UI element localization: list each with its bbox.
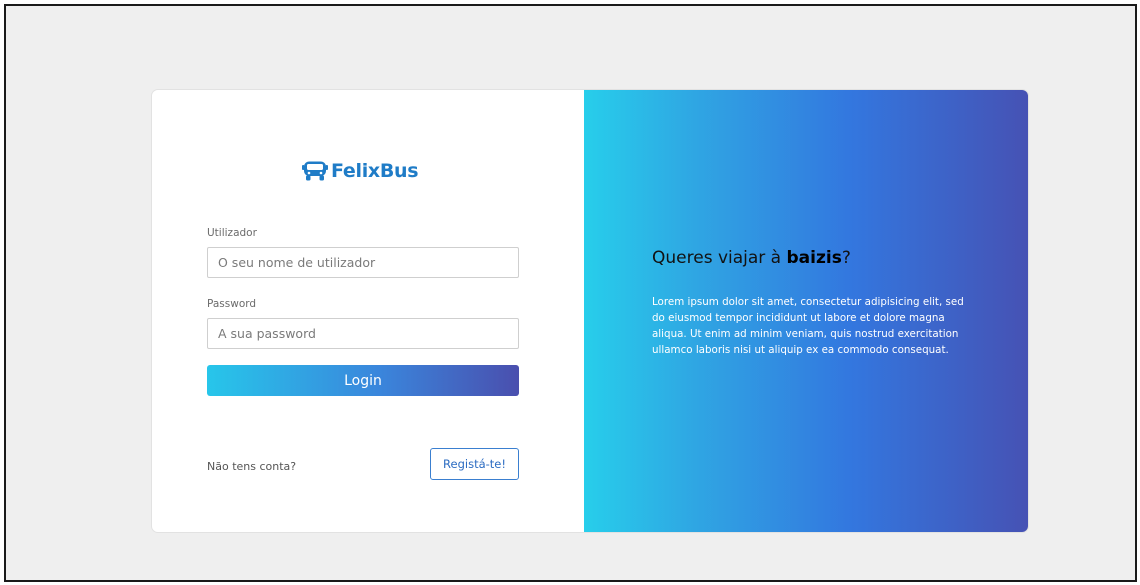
login-card: FelixBus Utilizador Password Login Não t… (152, 90, 1028, 532)
brand-logo: FelixBus (302, 160, 419, 182)
promo-body: Lorem ipsum dolor sit amet, consectetur … (652, 296, 964, 356)
username-input[interactable] (207, 247, 519, 278)
headline-destination: baizis (786, 248, 842, 268)
promo-headline: Queres viajar à baizis? (652, 248, 851, 268)
username-label: Utilizador (207, 227, 257, 239)
password-label: Password (207, 298, 257, 310)
password-input[interactable] (207, 318, 519, 349)
headline-suffix: ? (841, 248, 851, 268)
bus-icon (302, 160, 328, 182)
no-account-text: Não tens conta? (207, 460, 297, 473)
headline-prefix: Queres viajar à (652, 248, 787, 268)
register-button[interactable]: Registá-te! (430, 448, 519, 480)
page-frame: FelixBus Utilizador Password Login Não t… (4, 4, 1137, 582)
promo-panel: Queres viajar à baizis? Lorem ipsum dolo… (584, 90, 1028, 532)
login-button[interactable]: Login (207, 365, 519, 396)
brand-name: FelixBus (331, 160, 419, 182)
login-panel: FelixBus Utilizador Password Login Não t… (152, 90, 584, 532)
